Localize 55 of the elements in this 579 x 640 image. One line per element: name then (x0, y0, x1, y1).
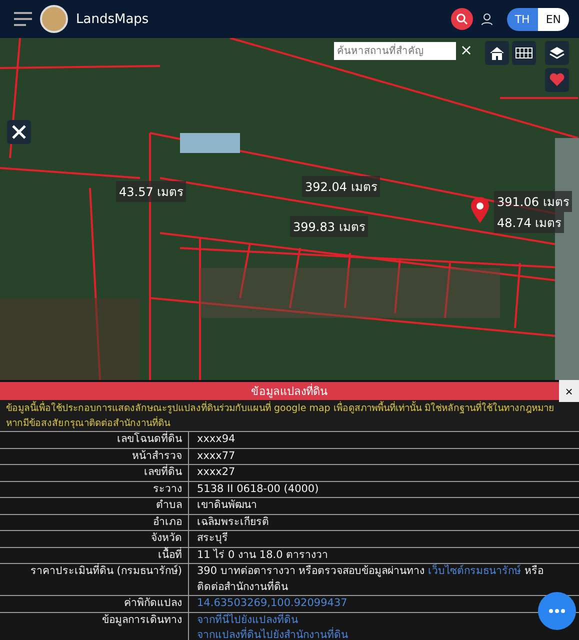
distance-label: 399.83 เมตร (290, 216, 368, 237)
more-icon (549, 609, 565, 613)
logo-icon (40, 5, 68, 33)
measure-tool-button[interactable] (7, 120, 31, 144)
cross-icon (11, 124, 27, 140)
field-label: เลขที่ดิน (0, 465, 189, 480)
field-value: เขาดินพัฒนา (197, 498, 258, 513)
satellite-map[interactable]: ค้นหาสถานที่สำคัญ × 43.57 เมตร 392.04 เมตร 399.83 เมตร 391.06 เมตร 48.74 เมตร (0, 38, 579, 380)
heart-icon (549, 73, 565, 87)
field-label: เลขโฉนดที่ดิน (0, 432, 189, 448)
app-name: LandsMaps (76, 12, 150, 26)
field-value: 390 บาทต่อตารางวา หรือตรวจสอบข้อมูลผ่านทาง เว็บไซต์กรมธนารักษ์ หรือติดต่อสำนักงานที่ดิน (197, 564, 544, 594)
distance-label: 43.57 เมตร (116, 181, 186, 202)
field-value: สระบุรี (197, 531, 229, 546)
field-label: จังหวัด (0, 531, 189, 546)
menu-icon[interactable] (14, 12, 32, 26)
disclaimer-text: ข้อมูลนี้เพื่อใช้ประกอบการแสดงลักษณะรูปแปลงที่ดินร่วมกับแผนที่ google map เพื่อดูสภาพพื้นที่เท่านั้น มิใช่หลักฐานที่ใช้ในทางกฎหมาย หากมีข้อสงสัยกรุณาติดต่อสำนักงานที่ดิน (0, 400, 579, 431)
info-link[interactable]: เว็บไซต์กรมธนารักษ์ (428, 565, 522, 577)
language-toggle[interactable]: EN (538, 8, 569, 30)
grid-icon (515, 47, 533, 59)
field-value: xxxx94 (197, 432, 236, 447)
field-label: ตำบล (0, 498, 189, 514)
location-pin-icon (470, 196, 490, 224)
field-label: เนื้อที่ (0, 548, 189, 563)
distance-label: 392.04 เมตร (302, 176, 380, 197)
layers-button[interactable] (545, 41, 569, 65)
close-button[interactable]: × (559, 380, 579, 402)
favorite-button[interactable] (545, 68, 569, 92)
field-label: ระวาง (0, 482, 189, 497)
place-search-field[interactable]: ค้นหาสถานที่สำคัญ (334, 42, 456, 60)
search-icon (456, 13, 468, 25)
field-value: xxxx27 (197, 465, 236, 480)
field-label: หน้าสำรวจ (0, 448, 189, 464)
info-link[interactable]: 14.63503269,100.92099437 (197, 597, 348, 609)
language-toggle[interactable]: TH (506, 8, 538, 30)
info-link[interactable]: จากแปลงที่ดินไปยังสำนักงานที่ดิน (197, 629, 348, 640)
distance-label: 48.74 เมตร (494, 212, 564, 233)
info-link[interactable]: จากที่นี่ไปยังแปลงที่ดิน (197, 614, 298, 626)
field-value: xxxx77 (197, 448, 236, 464)
field-label: ข้อมูลการเดินทาง (0, 612, 189, 640)
clear-search-button[interactable]: × (460, 41, 473, 59)
field-label: อำเภอ (0, 514, 189, 530)
search-button[interactable] (450, 8, 473, 30)
distance-label: 391.06 เมตร (494, 191, 572, 212)
field-label: ราคาประเมินที่ดิน (กรมธนารักษ์) (0, 564, 189, 595)
field-value: 5138 II 0618-00 (4000) (197, 482, 320, 496)
panel-title: ข้อมูลแปลงที่ดิน (251, 382, 328, 400)
layers-icon (549, 45, 565, 61)
home-button[interactable] (485, 41, 509, 65)
field-value: 11 ไร่ 0 งาน 18.0 ตารางวา (197, 548, 330, 562)
field-label: ค่าพิกัดแปลง (0, 596, 189, 612)
user-icon[interactable] (480, 12, 493, 26)
grid-button[interactable] (512, 41, 536, 65)
house-icon (489, 45, 505, 61)
field-value: เฉลิมพระเกียรติ (197, 514, 270, 530)
